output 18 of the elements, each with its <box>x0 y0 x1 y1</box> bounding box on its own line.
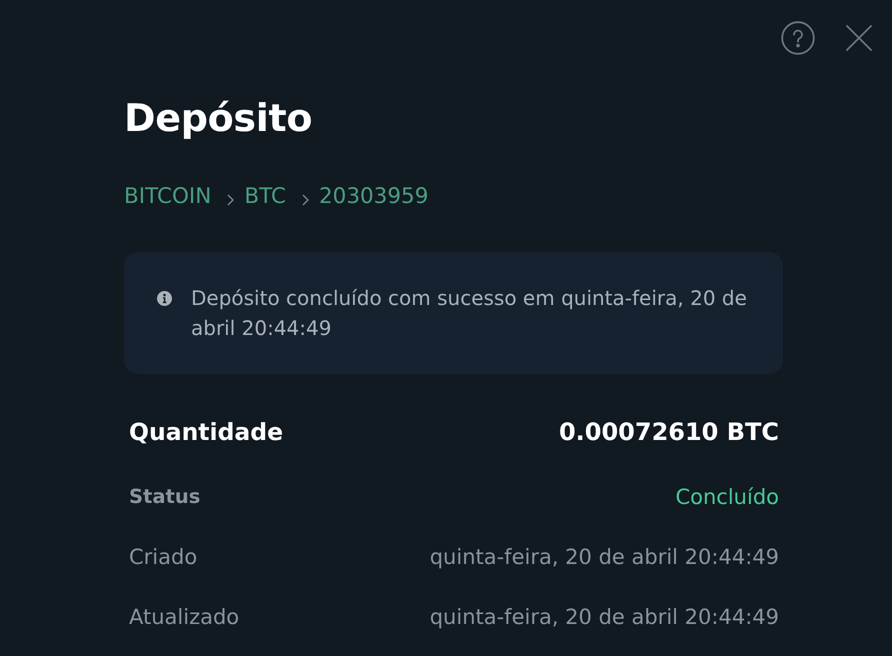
info-icon <box>157 291 172 306</box>
amount-value: 0.00072610 BTC <box>558 417 779 447</box>
help-icon[interactable] <box>781 21 815 55</box>
date-value: quinta-feira, 20 de abril 20:44:49 <box>430 604 779 631</box>
close-icon[interactable] <box>846 25 872 51</box>
breadcrumb-link[interactable]: BTC <box>244 185 286 209</box>
breadcrumb-link[interactable]: 20303959 <box>318 185 428 209</box>
page-title: Depósito <box>124 95 312 141</box>
breadcrumb-link[interactable]: BITCOIN <box>124 185 212 209</box>
status-label: Status <box>129 484 200 510</box>
date-label: Atualizado <box>129 604 240 631</box>
date-value: quinta-feira, 20 de abril 20:44:49 <box>430 544 779 571</box>
notice-text: Depósito concluído com sucesso em quinta-feira, 20 de abril 20:44:49 <box>191 285 748 342</box>
date-label: Criado <box>129 544 198 571</box>
chevron-icon <box>227 194 234 206</box>
chevron-icon <box>302 194 309 206</box>
amount-label: Quantidade <box>129 417 284 447</box>
status-value: Concluído <box>675 484 779 511</box>
